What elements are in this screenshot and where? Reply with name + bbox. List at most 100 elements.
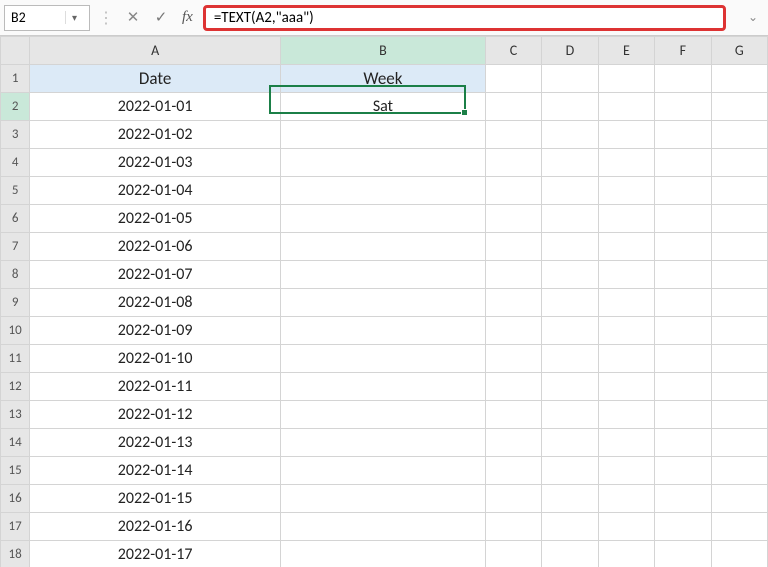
confirm-icon[interactable]: ✓ bbox=[150, 8, 172, 27]
cell[interactable] bbox=[655, 541, 711, 567]
row-header[interactable]: 6 bbox=[1, 205, 30, 233]
cell[interactable] bbox=[485, 541, 541, 567]
name-box[interactable] bbox=[5, 7, 65, 28]
cell[interactable] bbox=[655, 121, 711, 149]
cell[interactable] bbox=[281, 261, 486, 289]
cell[interactable] bbox=[598, 121, 654, 149]
row-header[interactable]: 16 bbox=[1, 485, 30, 513]
cell[interactable] bbox=[655, 485, 711, 513]
cell[interactable] bbox=[655, 65, 711, 93]
cell[interactable] bbox=[485, 317, 541, 345]
cell-A6[interactable]: 2022-01-05 bbox=[30, 205, 281, 233]
cell[interactable] bbox=[598, 261, 654, 289]
cell[interactable] bbox=[485, 93, 541, 121]
cell-A14[interactable]: 2022-01-13 bbox=[30, 429, 281, 457]
cell[interactable] bbox=[281, 345, 486, 373]
row-header[interactable]: 1 bbox=[1, 65, 30, 93]
cell[interactable] bbox=[711, 401, 767, 429]
cell[interactable] bbox=[711, 457, 767, 485]
cell[interactable] bbox=[598, 345, 654, 373]
cell-A12[interactable]: 2022-01-11 bbox=[30, 373, 281, 401]
cell[interactable] bbox=[598, 233, 654, 261]
col-header-G[interactable]: G bbox=[711, 37, 767, 65]
col-header-F[interactable]: F bbox=[655, 37, 711, 65]
cell[interactable] bbox=[542, 121, 598, 149]
cell[interactable] bbox=[711, 345, 767, 373]
cell[interactable] bbox=[598, 65, 654, 93]
cell[interactable] bbox=[281, 485, 486, 513]
cell-B2-active[interactable]: Sat bbox=[281, 93, 486, 121]
cell[interactable] bbox=[598, 317, 654, 345]
cell[interactable] bbox=[711, 513, 767, 541]
cell[interactable] bbox=[485, 233, 541, 261]
cell[interactable] bbox=[711, 65, 767, 93]
row-header[interactable]: 18 bbox=[1, 541, 30, 567]
cell-A17[interactable]: 2022-01-16 bbox=[30, 513, 281, 541]
cell[interactable] bbox=[281, 205, 486, 233]
row-header[interactable]: 15 bbox=[1, 457, 30, 485]
cell-A13[interactable]: 2022-01-12 bbox=[30, 401, 281, 429]
cell-A5[interactable]: 2022-01-04 bbox=[30, 177, 281, 205]
cell[interactable] bbox=[542, 289, 598, 317]
cell-A2[interactable]: 2022-01-01 bbox=[30, 93, 281, 121]
cell[interactable] bbox=[711, 317, 767, 345]
row-header[interactable]: 10 bbox=[1, 317, 30, 345]
row-header[interactable]: 9 bbox=[1, 289, 30, 317]
cell[interactable] bbox=[598, 289, 654, 317]
cell[interactable] bbox=[655, 373, 711, 401]
cell-B1[interactable]: Week bbox=[281, 65, 486, 93]
cell[interactable] bbox=[281, 401, 486, 429]
cancel-icon[interactable]: ✕ bbox=[122, 8, 144, 27]
cell[interactable] bbox=[542, 149, 598, 177]
cell[interactable] bbox=[281, 177, 486, 205]
cell[interactable] bbox=[598, 373, 654, 401]
cell[interactable] bbox=[598, 93, 654, 121]
cell[interactable] bbox=[711, 149, 767, 177]
cell[interactable] bbox=[542, 513, 598, 541]
row-header[interactable]: 4 bbox=[1, 149, 30, 177]
cell[interactable] bbox=[281, 429, 486, 457]
cell-A15[interactable]: 2022-01-14 bbox=[30, 457, 281, 485]
cell[interactable] bbox=[655, 177, 711, 205]
cell-A4[interactable]: 2022-01-03 bbox=[30, 149, 281, 177]
row-header[interactable]: 13 bbox=[1, 401, 30, 429]
cell[interactable] bbox=[542, 261, 598, 289]
cell[interactable] bbox=[598, 513, 654, 541]
cell[interactable] bbox=[711, 205, 767, 233]
row-header[interactable]: 12 bbox=[1, 373, 30, 401]
cell[interactable] bbox=[542, 457, 598, 485]
cell[interactable] bbox=[655, 345, 711, 373]
cell[interactable] bbox=[485, 457, 541, 485]
cell[interactable] bbox=[281, 513, 486, 541]
col-header-B[interactable]: B bbox=[281, 37, 486, 65]
cell[interactable] bbox=[485, 205, 541, 233]
cell[interactable] bbox=[655, 149, 711, 177]
cell-A8[interactable]: 2022-01-07 bbox=[30, 261, 281, 289]
cell[interactable] bbox=[711, 121, 767, 149]
cell-A10[interactable]: 2022-01-09 bbox=[30, 317, 281, 345]
cell[interactable] bbox=[542, 401, 598, 429]
cell[interactable] bbox=[281, 289, 486, 317]
cell[interactable] bbox=[281, 541, 486, 567]
cell[interactable] bbox=[485, 345, 541, 373]
cell[interactable] bbox=[542, 233, 598, 261]
cell[interactable] bbox=[485, 177, 541, 205]
cell[interactable] bbox=[485, 149, 541, 177]
cell[interactable] bbox=[281, 457, 486, 485]
cell[interactable] bbox=[485, 261, 541, 289]
cell[interactable] bbox=[542, 65, 598, 93]
cell[interactable] bbox=[598, 429, 654, 457]
cell[interactable] bbox=[711, 373, 767, 401]
cell[interactable] bbox=[655, 317, 711, 345]
cell[interactable] bbox=[655, 457, 711, 485]
row-header[interactable]: 3 bbox=[1, 121, 30, 149]
cell[interactable] bbox=[542, 93, 598, 121]
cell[interactable] bbox=[542, 205, 598, 233]
cell[interactable] bbox=[485, 401, 541, 429]
row-header[interactable]: 7 bbox=[1, 233, 30, 261]
cell-A16[interactable]: 2022-01-15 bbox=[30, 485, 281, 513]
formula-input[interactable] bbox=[212, 8, 717, 28]
cell-A1[interactable]: Date bbox=[30, 65, 281, 93]
cell[interactable] bbox=[542, 177, 598, 205]
cell[interactable] bbox=[655, 261, 711, 289]
